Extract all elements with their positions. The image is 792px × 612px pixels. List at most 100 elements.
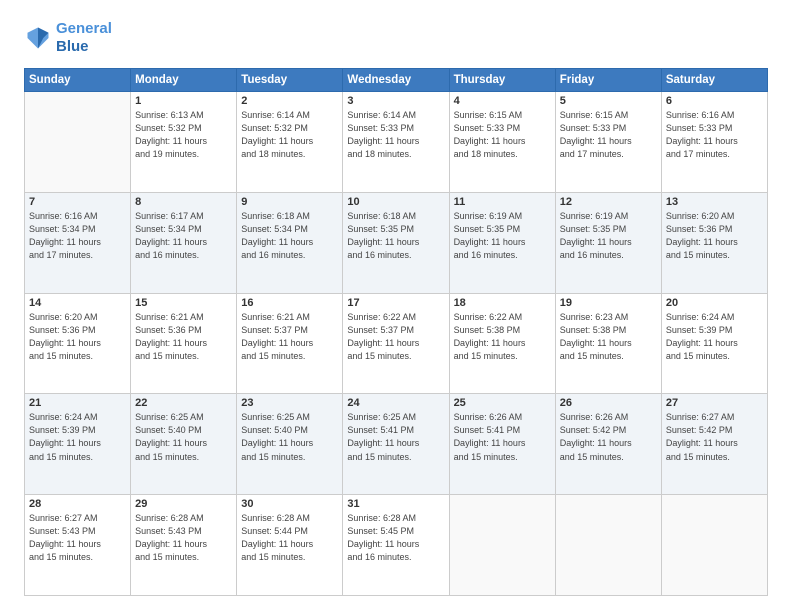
calendar-row: 14 Sunrise: 6:20 AMSunset: 5:36 PMDayligh…: [25, 293, 768, 394]
day-info: Sunrise: 6:15 AMSunset: 5:33 PMDaylight:…: [560, 109, 657, 161]
day-number: 30: [241, 498, 338, 510]
header: General Blue: [24, 20, 768, 56]
calendar-cell: 12 Sunrise: 6:19 AMSunset: 5:35 PMDayligh…: [555, 192, 661, 293]
day-number: 31: [347, 498, 444, 510]
calendar-cell: 5 Sunrise: 6:15 AMSunset: 5:33 PMDaylight…: [555, 92, 661, 193]
day-number: 17: [347, 297, 444, 309]
day-number: 8: [135, 196, 232, 208]
calendar-cell: 24 Sunrise: 6:25 AMSunset: 5:41 PMDayligh…: [343, 394, 449, 495]
day-info: Sunrise: 6:26 AMSunset: 5:41 PMDaylight:…: [454, 411, 551, 463]
weekday-header: Thursday: [449, 69, 555, 92]
day-info: Sunrise: 6:27 AMSunset: 5:43 PMDaylight:…: [29, 512, 126, 564]
day-number: 15: [135, 297, 232, 309]
calendar-cell: 22Sunrise: 6:25 AMSunset: 5:40 PMDayligh…: [131, 394, 237, 495]
day-number: 12: [560, 196, 657, 208]
day-info: Sunrise: 6:19 AMSunset: 5:35 PMDaylight:…: [454, 210, 551, 262]
weekday-header: Friday: [555, 69, 661, 92]
calendar-cell: 26Sunrise: 6:26 AMSunset: 5:42 PMDayligh…: [555, 394, 661, 495]
day-info: Sunrise: 6:22 AMSunset: 5:38 PMDaylight:…: [454, 311, 551, 363]
day-number: 3: [347, 95, 444, 107]
day-info: Sunrise: 6:18 AMSunset: 5:35 PMDaylight:…: [347, 210, 444, 262]
day-info: Sunrise: 6:18 AMSunset: 5:34 PMDaylight:…: [241, 210, 338, 262]
logo: General Blue: [24, 20, 112, 56]
logo-text: General Blue: [56, 20, 112, 56]
day-number: 29: [135, 498, 232, 510]
day-number: 13: [666, 196, 763, 208]
day-info: Sunrise: 6:28 AMSunset: 5:44 PMDaylight:…: [241, 512, 338, 564]
calendar-cell: 18 Sunrise: 6:22 AMSunset: 5:38 PMDayligh…: [449, 293, 555, 394]
day-info: Sunrise: 6:20 AMSunset: 5:36 PMDaylight:…: [29, 311, 126, 363]
day-info: Sunrise: 6:26 AMSunset: 5:42 PMDaylight:…: [560, 411, 657, 463]
day-info: Sunrise: 6:14 AMSunset: 5:33 PMDaylight:…: [347, 109, 444, 161]
day-number: 25: [454, 397, 551, 409]
day-info: Sunrise: 6:17 AMSunset: 5:34 PMDaylight:…: [135, 210, 232, 262]
day-number: 6: [666, 95, 763, 107]
calendar-cell: 9 Sunrise: 6:18 AMSunset: 5:34 PMDaylight…: [237, 192, 343, 293]
calendar-cell: 21 Sunrise: 6:24 AMSunset: 5:39 PMDayligh…: [25, 394, 131, 495]
calendar-row: 21 Sunrise: 6:24 AMSunset: 5:39 PMDayligh…: [25, 394, 768, 495]
day-info: Sunrise: 6:24 AMSunset: 5:39 PMDaylight:…: [29, 411, 126, 463]
day-info: Sunrise: 6:25 AMSunset: 5:40 PMDaylight:…: [241, 411, 338, 463]
calendar-cell: 23 Sunrise: 6:25 AMSunset: 5:40 PMDayligh…: [237, 394, 343, 495]
day-info: Sunrise: 6:20 AMSunset: 5:36 PMDaylight:…: [666, 210, 763, 262]
day-info: Sunrise: 6:16 AMSunset: 5:33 PMDaylight:…: [666, 109, 763, 161]
day-number: 19: [560, 297, 657, 309]
calendar-cell: 11 Sunrise: 6:19 AMSunset: 5:35 PMDayligh…: [449, 192, 555, 293]
weekday-header: Saturday: [661, 69, 767, 92]
day-number: 24: [347, 397, 444, 409]
day-info: Sunrise: 6:27 AMSunset: 5:42 PMDaylight:…: [666, 411, 763, 463]
day-number: 27: [666, 397, 763, 409]
day-number: 11: [454, 196, 551, 208]
calendar-cell: 15 Sunrise: 6:21 AMSunset: 5:36 PMDayligh…: [131, 293, 237, 394]
day-info: Sunrise: 6:15 AMSunset: 5:33 PMDaylight:…: [454, 109, 551, 161]
weekday-header: Tuesday: [237, 69, 343, 92]
calendar-row: 1Sunrise: 6:13 AMSunset: 5:32 PMDaylight…: [25, 92, 768, 193]
calendar-cell: 16 Sunrise: 6:21 AMSunset: 5:37 PMDayligh…: [237, 293, 343, 394]
day-number: 5: [560, 95, 657, 107]
day-info: Sunrise: 6:28 AMSunset: 5:43 PMDaylight:…: [135, 512, 232, 564]
day-number: 20: [666, 297, 763, 309]
day-number: 23: [241, 397, 338, 409]
calendar-cell: [449, 495, 555, 596]
day-info: Sunrise: 6:25 AMSunset: 5:40 PMDaylight:…: [135, 411, 232, 463]
calendar-table: SundayMondayTuesdayWednesdayThursdayFrid…: [24, 68, 768, 596]
day-info: Sunrise: 6:16 AMSunset: 5:34 PMDaylight:…: [29, 210, 126, 262]
day-number: 4: [454, 95, 551, 107]
day-info: Sunrise: 6:28 AMSunset: 5:45 PMDaylight:…: [347, 512, 444, 564]
calendar-cell: 28Sunrise: 6:27 AMSunset: 5:43 PMDayligh…: [25, 495, 131, 596]
calendar-cell: [25, 92, 131, 193]
weekday-header: Wednesday: [343, 69, 449, 92]
calendar-row: 7 Sunrise: 6:16 AMSunset: 5:34 PMDaylight…: [25, 192, 768, 293]
calendar-cell: [555, 495, 661, 596]
calendar-row: 28Sunrise: 6:27 AMSunset: 5:43 PMDayligh…: [25, 495, 768, 596]
day-number: 14: [29, 297, 126, 309]
day-number: 9: [241, 196, 338, 208]
calendar-cell: 10Sunrise: 6:18 AMSunset: 5:35 PMDayligh…: [343, 192, 449, 293]
calendar-cell: 2Sunrise: 6:14 AMSunset: 5:32 PMDaylight…: [237, 92, 343, 193]
calendar-cell: 4 Sunrise: 6:15 AMSunset: 5:33 PMDaylight…: [449, 92, 555, 193]
header-row: SundayMondayTuesdayWednesdayThursdayFrid…: [25, 69, 768, 92]
day-number: 16: [241, 297, 338, 309]
calendar-cell: 6 Sunrise: 6:16 AMSunset: 5:33 PMDaylight…: [661, 92, 767, 193]
logo-icon: [24, 24, 52, 52]
day-number: 7: [29, 196, 126, 208]
weekday-header: Sunday: [25, 69, 131, 92]
day-info: Sunrise: 6:14 AMSunset: 5:32 PMDaylight:…: [241, 109, 338, 161]
day-info: Sunrise: 6:22 AMSunset: 5:37 PMDaylight:…: [347, 311, 444, 363]
day-info: Sunrise: 6:24 AMSunset: 5:39 PMDaylight:…: [666, 311, 763, 363]
day-number: 21: [29, 397, 126, 409]
day-info: Sunrise: 6:21 AMSunset: 5:37 PMDaylight:…: [241, 311, 338, 363]
calendar-cell: 7 Sunrise: 6:16 AMSunset: 5:34 PMDaylight…: [25, 192, 131, 293]
calendar-cell: 3 Sunrise: 6:14 AMSunset: 5:33 PMDaylight…: [343, 92, 449, 193]
calendar-cell: 30 Sunrise: 6:28 AMSunset: 5:44 PMDayligh…: [237, 495, 343, 596]
day-info: Sunrise: 6:19 AMSunset: 5:35 PMDaylight:…: [560, 210, 657, 262]
day-number: 18: [454, 297, 551, 309]
page: General Blue SundayMondayTuesdayWednesda…: [0, 0, 792, 612]
calendar-cell: 14 Sunrise: 6:20 AMSunset: 5:36 PMDayligh…: [25, 293, 131, 394]
day-info: Sunrise: 6:25 AMSunset: 5:41 PMDaylight:…: [347, 411, 444, 463]
day-info: Sunrise: 6:23 AMSunset: 5:38 PMDaylight:…: [560, 311, 657, 363]
day-info: Sunrise: 6:21 AMSunset: 5:36 PMDaylight:…: [135, 311, 232, 363]
calendar-cell: 29 Sunrise: 6:28 AMSunset: 5:43 PMDayligh…: [131, 495, 237, 596]
calendar-cell: 25 Sunrise: 6:26 AMSunset: 5:41 PMDayligh…: [449, 394, 555, 495]
calendar-cell: 27 Sunrise: 6:27 AMSunset: 5:42 PMDayligh…: [661, 394, 767, 495]
